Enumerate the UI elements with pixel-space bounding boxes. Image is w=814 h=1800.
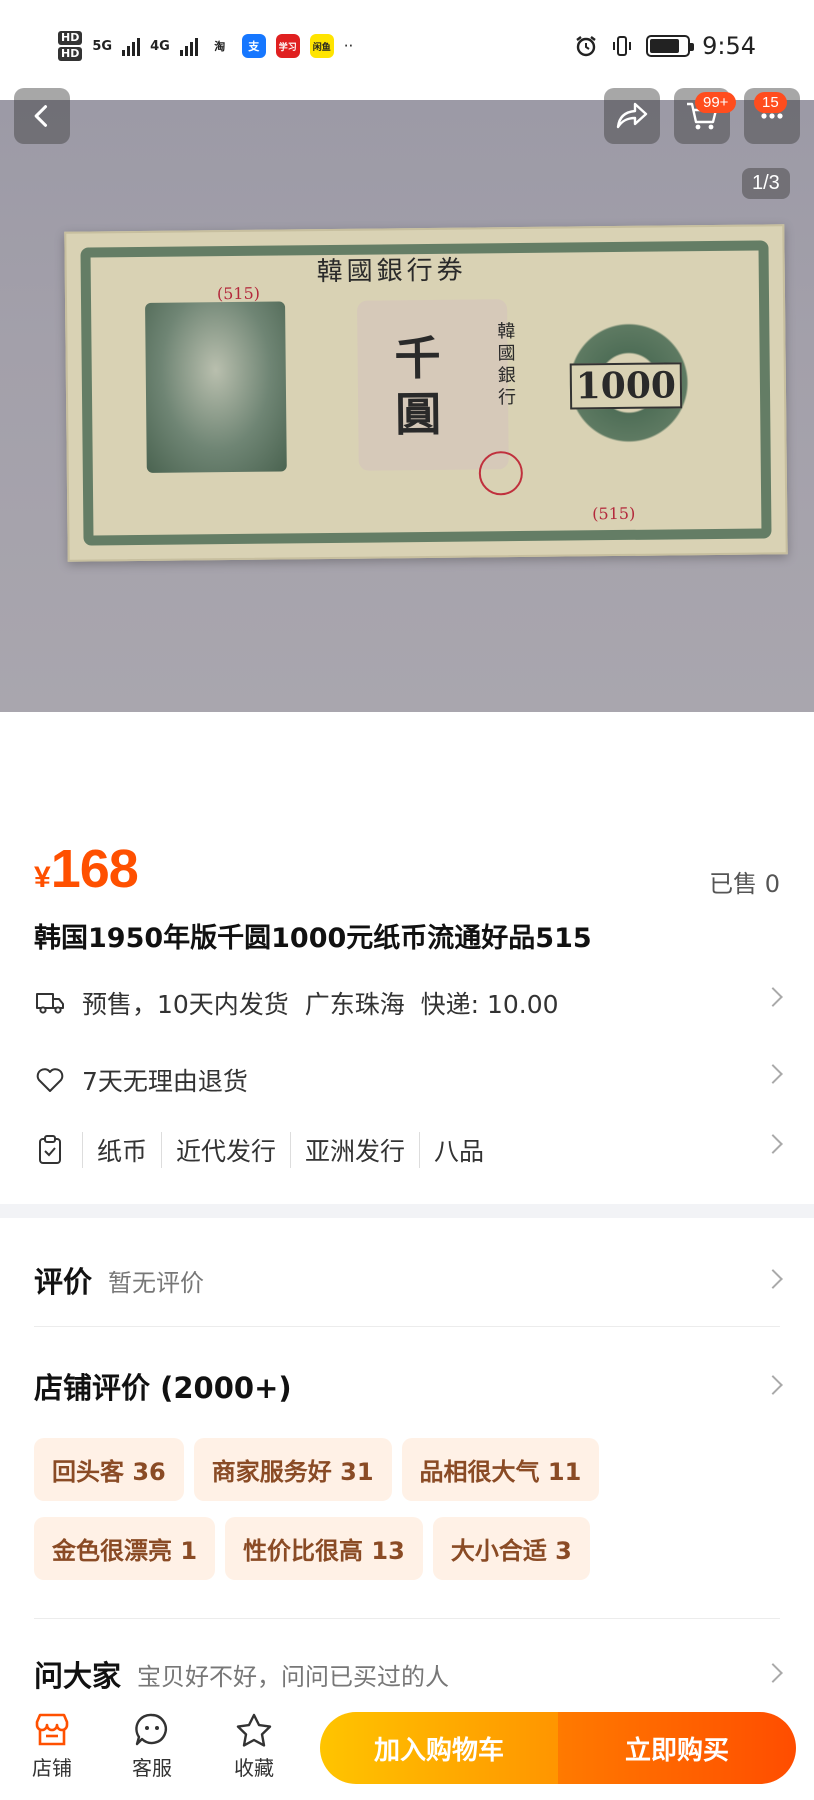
cart-count-badge: 99+ bbox=[695, 92, 737, 113]
add-to-cart-button[interactable]: 加入购物车 bbox=[320, 1712, 558, 1784]
back-button[interactable] bbox=[14, 88, 70, 144]
review-tag[interactable]: 性价比很高 13 bbox=[225, 1517, 423, 1580]
attribute-item: 八品 bbox=[419, 1132, 498, 1168]
bottom-action-bar: 店铺 客服 收藏 加入购物车 立即购买 bbox=[0, 1700, 814, 1800]
price-currency: ¥ bbox=[34, 861, 51, 894]
hd-indicator: HD HD bbox=[58, 30, 83, 62]
alipay-icon: 支 bbox=[241, 34, 266, 58]
price-value: 168 bbox=[50, 839, 139, 899]
return-policy-row[interactable]: 7天无理由退货 bbox=[34, 1055, 783, 1105]
banknote-top-text: 韓國銀行券 bbox=[316, 255, 467, 288]
status-right: 9:54 bbox=[574, 32, 756, 60]
review-tag[interactable]: 大小合适 3 bbox=[432, 1517, 590, 1580]
ask-prompt: 宝贝好不好，问问已买过的人 bbox=[137, 1662, 450, 1691]
chevron-right-icon bbox=[763, 1663, 783, 1683]
chevron-left-icon bbox=[34, 105, 48, 127]
customer-service-tab[interactable]: 客服 bbox=[112, 1708, 192, 1781]
attribute-item: 亚洲发行 bbox=[290, 1132, 419, 1168]
reviews-empty-text: 暂无评价 bbox=[108, 1268, 205, 1297]
vibrate-icon bbox=[613, 36, 632, 56]
shipping-row[interactable]: 预售，10天内发货 广东珠海 快递: 10.00 bbox=[34, 978, 783, 1028]
review-tag[interactable]: 金色很漂亮 1 bbox=[34, 1517, 216, 1580]
share-icon bbox=[616, 102, 648, 129]
reviews-heading: 评价 bbox=[34, 1265, 93, 1299]
signal-icon bbox=[122, 36, 141, 56]
share-button[interactable] bbox=[604, 88, 660, 144]
attribute-item: 近代发行 bbox=[161, 1132, 290, 1168]
hd1-label: HD bbox=[58, 31, 83, 45]
return-policy-text: 7天无理由退货 bbox=[82, 1067, 248, 1096]
product-gallery[interactable]: 韓國銀行券 千圓 韓國銀行 1000 (515) (515) bbox=[0, 100, 814, 712]
banknote-portrait bbox=[145, 301, 287, 473]
favorite-tab[interactable]: 收藏 bbox=[214, 1708, 294, 1781]
ask-heading: 问大家 bbox=[34, 1659, 122, 1693]
battery-icon bbox=[646, 35, 695, 57]
star-icon bbox=[214, 1708, 294, 1752]
buy-now-button[interactable]: 立即购买 bbox=[558, 1712, 796, 1784]
network-5g-label: 5G bbox=[92, 38, 113, 54]
clock-time: 9:54 bbox=[702, 32, 756, 60]
shop-tab[interactable]: 店铺 bbox=[12, 1708, 92, 1781]
banknote-denomination: 1000 bbox=[569, 362, 683, 410]
chevron-right-icon bbox=[763, 1375, 783, 1395]
banknote-serial-right: (515) bbox=[592, 503, 636, 524]
service-tab-label: 客服 bbox=[132, 1756, 172, 1780]
more-notifications-icon: ·· bbox=[343, 37, 354, 55]
shop-tab-label: 店铺 bbox=[32, 1756, 72, 1780]
sold-count: 已售 0 bbox=[709, 870, 780, 898]
banknote-image: 韓國銀行券 千圓 韓國銀行 1000 (515) (515) bbox=[64, 224, 788, 562]
message-count-badge: 15 bbox=[754, 92, 787, 113]
divider bbox=[34, 1326, 780, 1327]
banknote-seal bbox=[478, 450, 524, 496]
chat-face-icon bbox=[112, 1708, 192, 1752]
gallery-counter: 1/3 bbox=[742, 168, 790, 199]
signal-icon bbox=[179, 36, 198, 56]
review-tag[interactable]: 回头客 36 bbox=[34, 1438, 184, 1501]
shop-reviews-heading: 店铺评价 (2000+) bbox=[34, 1371, 292, 1405]
banknote-big-text: 千圓 bbox=[394, 330, 442, 442]
xuexi-icon: 学习 bbox=[275, 34, 300, 58]
xianyu-icon: 闲鱼 bbox=[309, 34, 334, 58]
shipping-text: 预售，10天内发货 广东珠海 快递: 10.00 bbox=[82, 990, 559, 1019]
chevron-right-icon bbox=[763, 987, 783, 1007]
chevron-right-icon bbox=[763, 1269, 783, 1289]
shield-heart-icon bbox=[34, 1064, 66, 1096]
battery-fill bbox=[650, 39, 679, 53]
alarm-icon bbox=[576, 36, 596, 57]
product-title: 韩国1950年版千圆1000元纸币流通好品515 bbox=[34, 923, 592, 954]
banknote-side-text: 韓國銀行 bbox=[497, 321, 517, 409]
store-icon bbox=[12, 1708, 92, 1752]
review-tags: 回头客 36 商家服务好 31 品相很大气 11 金色很漂亮 1 性价比很高 1… bbox=[34, 1438, 780, 1580]
taobao-icon: 淘 bbox=[214, 40, 226, 53]
network-4g-label: 4G bbox=[150, 38, 170, 54]
attributes-row[interactable]: 纸币 近代发行 亚洲发行 八品 bbox=[34, 1125, 783, 1175]
review-tag[interactable]: 品相很大气 11 bbox=[401, 1438, 600, 1501]
hd2-label: HD bbox=[58, 47, 83, 61]
reviews-section[interactable]: 评价 暂无评价 bbox=[34, 1250, 783, 1310]
price: ¥168 bbox=[34, 838, 139, 900]
clipboard-icon bbox=[34, 1134, 66, 1166]
section-divider bbox=[0, 1204, 814, 1218]
shop-reviews-section[interactable]: 店铺评价 (2000+) bbox=[34, 1358, 783, 1414]
truck-icon bbox=[34, 987, 66, 1019]
ask-section[interactable]: 问大家 宝贝好不好，问问已买过的人 bbox=[34, 1646, 783, 1702]
divider bbox=[34, 1618, 780, 1619]
status-bar: HD HD 5G 4G 淘 支 学习 闲鱼 ·· 9:54 bbox=[0, 0, 814, 100]
favorite-tab-label: 收藏 bbox=[234, 1756, 274, 1780]
review-tag[interactable]: 商家服务好 31 bbox=[193, 1438, 392, 1501]
status-left: HD HD 5G 4G 淘 支 学习 闲鱼 ·· bbox=[58, 30, 353, 62]
attribute-item: 纸币 bbox=[82, 1132, 161, 1168]
banknote-serial-left: (515) bbox=[216, 283, 261, 304]
chevron-right-icon bbox=[763, 1134, 783, 1154]
chevron-right-icon bbox=[763, 1064, 783, 1084]
